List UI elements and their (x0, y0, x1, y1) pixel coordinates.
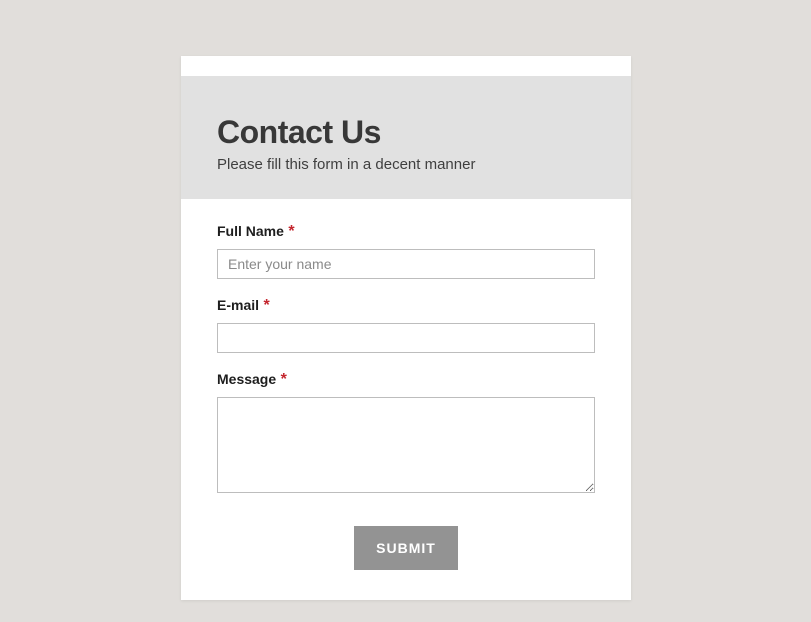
message-textarea[interactable] (217, 397, 595, 493)
contact-card: Contact Us Please fill this form in a de… (181, 56, 631, 600)
email-input[interactable] (217, 323, 595, 353)
form-group-full-name: Full Name * (217, 223, 595, 279)
required-indicator: * (288, 223, 294, 240)
message-label-text: Message (217, 371, 276, 387)
message-label: Message * (217, 371, 287, 388)
card-header: Contact Us Please fill this form in a de… (181, 76, 631, 199)
form-group-message: Message * (217, 371, 595, 498)
full-name-label: Full Name * (217, 223, 295, 240)
required-indicator: * (263, 297, 269, 314)
submit-row: SUBMIT (217, 526, 595, 570)
submit-button[interactable]: SUBMIT (354, 526, 458, 570)
card-body: Full Name * E-mail * Message * SUBMIT (181, 199, 631, 600)
page-title: Contact Us (217, 116, 595, 148)
email-label-text: E-mail (217, 297, 259, 313)
full-name-label-text: Full Name (217, 223, 284, 239)
full-name-input[interactable] (217, 249, 595, 279)
page-subtitle: Please fill this form in a decent manner (217, 156, 595, 173)
form-group-email: E-mail * (217, 297, 595, 353)
required-indicator: * (281, 371, 287, 388)
email-label: E-mail * (217, 297, 270, 314)
